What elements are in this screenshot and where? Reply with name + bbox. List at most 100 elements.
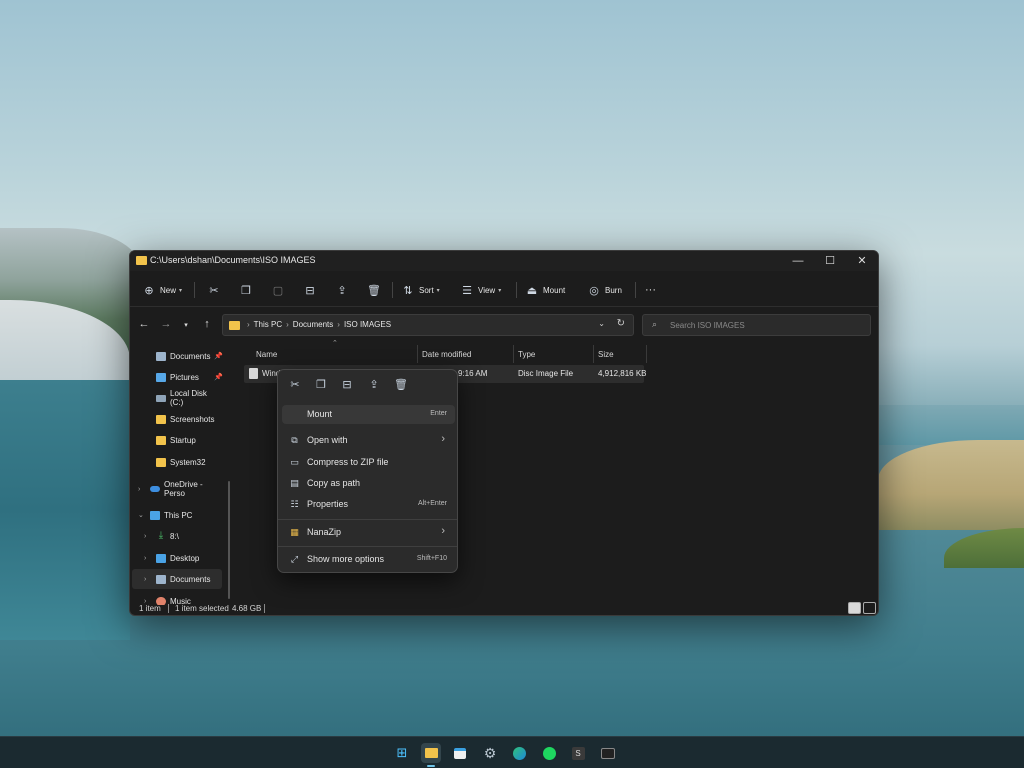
up-arrow-icon[interactable]: ↑ bbox=[200, 318, 214, 330]
trash-icon[interactable]: 🗑 bbox=[394, 378, 408, 392]
address-dropdown-chevron-icon[interactable]: ⌄ bbox=[598, 319, 605, 328]
minimize-button[interactable]: — bbox=[782, 251, 814, 271]
share-button[interactable]: ⇪ bbox=[335, 280, 349, 300]
sidebar-item-pictures[interactable]: Pictures 📌 bbox=[132, 367, 223, 387]
sidebar-item-desktop[interactable]: › Desktop bbox=[132, 548, 222, 568]
sidebar-item-local-disk[interactable]: Local Disk (C:) bbox=[132, 388, 222, 408]
menu-item-compress-zip[interactable]: ▭ Compress to ZIP file bbox=[282, 453, 455, 472]
windows-start-icon[interactable]: ⊞ bbox=[392, 743, 412, 763]
scissors-icon[interactable]: ✂ bbox=[288, 378, 302, 392]
onedrive-icon bbox=[150, 486, 160, 492]
recent-locations-chevron-icon[interactable]: ▾ bbox=[179, 321, 193, 329]
menu-item-nanazip[interactable]: ▦ NanaZip › bbox=[282, 523, 455, 542]
edge-icon[interactable] bbox=[509, 743, 529, 763]
burn-label: Burn bbox=[605, 285, 622, 295]
paste-button[interactable]: ▢ bbox=[271, 280, 285, 300]
menu-item-mount[interactable]: Mount Enter bbox=[282, 405, 455, 424]
context-menu-quick-actions: ✂ ❐ ⊟ ⇪ 🗑 bbox=[278, 370, 457, 400]
breadcrumb-separator-icon: › bbox=[286, 320, 289, 329]
view-label: View bbox=[478, 285, 496, 295]
share-icon: ⇪ bbox=[337, 284, 347, 297]
sidebar-item-label: Documents bbox=[170, 574, 211, 584]
command-bar: ⊕ New ▾ ✂ ❐ ▢ ⊟ ⇪ 🗑 ⇅ Sort ▾ ☰ View ▾ ⏏ … bbox=[130, 273, 878, 307]
breadcrumb-this-pc[interactable]: This PC bbox=[254, 320, 282, 329]
search-box[interactable]: ⌕ Search ISO IMAGES bbox=[642, 314, 871, 336]
sort-button[interactable]: ⇅ Sort ▾ bbox=[401, 280, 439, 300]
sidebar-item-screenshots[interactable]: Screenshots bbox=[132, 409, 222, 429]
sidebar-item-label: Desktop bbox=[170, 553, 200, 563]
microsoft-store-icon[interactable] bbox=[450, 743, 470, 763]
address-bar[interactable]: › This PC › Documents › ISO IMAGES ⌄ ↻ bbox=[222, 314, 634, 336]
view-button[interactable]: ☰ View ▾ bbox=[460, 280, 501, 300]
copy-button[interactable]: ❐ bbox=[239, 280, 253, 300]
breadcrumb-iso-images[interactable]: ISO IMAGES bbox=[344, 320, 391, 329]
new-button[interactable]: ⊕ New ▾ bbox=[142, 280, 182, 300]
sidebar-item-this-pc[interactable]: ⌄ This PC bbox=[132, 505, 222, 525]
breadcrumb-documents[interactable]: Documents bbox=[293, 320, 333, 329]
sidebar-scrollbar[interactable] bbox=[228, 481, 230, 599]
settings-icon[interactable]: ⚙ bbox=[480, 743, 500, 763]
sidebar-item-onedrive[interactable]: › OneDrive - Perso bbox=[132, 479, 222, 499]
folder-icon bbox=[156, 435, 166, 445]
burn-button[interactable]: ◎ Burn bbox=[587, 280, 622, 300]
more-options-button[interactable]: ··· bbox=[645, 280, 656, 300]
download-icon: ⤓ bbox=[158, 530, 164, 541]
menu-item-show-more-options[interactable]: ⤢ Show more options Shift+F10 bbox=[282, 550, 455, 569]
column-header-type[interactable]: Type bbox=[518, 345, 535, 363]
file-explorer-icon[interactable] bbox=[421, 743, 441, 763]
menu-item-label: Properties bbox=[307, 499, 349, 509]
chevron-right-icon[interactable]: › bbox=[144, 576, 146, 583]
column-header-name[interactable]: Name bbox=[256, 345, 277, 363]
sidebar-item-label: Local Disk (C:) bbox=[170, 389, 207, 407]
close-button[interactable]: ✕ bbox=[846, 251, 878, 271]
menu-item-label: NanaZip bbox=[307, 527, 342, 537]
desktop-wallpaper-greenery bbox=[944, 528, 1024, 568]
cut-button[interactable]: ✂ bbox=[207, 280, 221, 300]
rename-icon[interactable]: ⊟ bbox=[340, 378, 354, 392]
s-app-icon[interactable]: S bbox=[568, 743, 588, 763]
sidebar-item-documents-selected[interactable]: › Documents bbox=[132, 569, 222, 589]
spotify-icon[interactable] bbox=[539, 743, 559, 763]
chevron-right-icon[interactable]: › bbox=[138, 486, 140, 493]
zip-folder-icon: ▭ bbox=[290, 457, 299, 467]
chevron-right-icon[interactable]: › bbox=[144, 555, 146, 562]
documents-icon bbox=[156, 351, 166, 361]
details-view-toggle-icon[interactable] bbox=[848, 602, 861, 614]
maximize-button[interactable]: ☐ bbox=[814, 251, 846, 271]
breadcrumb-separator-icon: › bbox=[337, 320, 340, 329]
column-divider[interactable] bbox=[513, 345, 514, 363]
share-icon[interactable]: ⇪ bbox=[367, 378, 381, 392]
file-size: 4,912,816 KB bbox=[598, 369, 647, 378]
menu-item-properties[interactable]: ☷ Properties Alt+Enter bbox=[282, 495, 455, 514]
column-divider[interactable] bbox=[593, 345, 594, 363]
delete-button[interactable]: 🗑 bbox=[367, 280, 381, 300]
chevron-right-icon[interactable]: › bbox=[144, 533, 146, 540]
terminal-icon[interactable] bbox=[598, 743, 618, 763]
column-divider[interactable] bbox=[646, 345, 647, 363]
mount-button[interactable]: ⏏ Mount bbox=[525, 280, 565, 300]
column-header-size[interactable]: Size bbox=[598, 345, 614, 363]
refresh-icon[interactable]: ↻ bbox=[617, 318, 625, 329]
menu-item-copy-as-path[interactable]: ▤ Copy as path bbox=[282, 474, 455, 493]
column-divider[interactable] bbox=[417, 345, 418, 363]
menu-item-open-with[interactable]: ⧉ Open with › bbox=[282, 431, 455, 450]
column-header-date-modified[interactable]: Date modified bbox=[422, 345, 471, 363]
tiles-view-toggle-icon[interactable] bbox=[863, 602, 876, 614]
sidebar-item-label: 8:\ bbox=[170, 531, 179, 541]
forward-arrow-icon[interactable]: → bbox=[159, 318, 173, 330]
pin-icon: 📌 bbox=[214, 353, 223, 360]
new-label: New bbox=[160, 285, 177, 295]
sidebar-item-startup[interactable]: Startup bbox=[132, 430, 222, 450]
sidebar-item-drive-8[interactable]: › ⤓ 8:\ bbox=[132, 526, 222, 546]
menu-item-shortcut: Shift+F10 bbox=[416, 555, 447, 562]
chevron-down-icon[interactable]: ⌄ bbox=[138, 511, 144, 519]
sidebar-item-documents[interactable]: Documents 📌 bbox=[132, 346, 223, 366]
sidebar-item-system32[interactable]: System32 bbox=[132, 452, 222, 472]
status-selected: 1 item selected bbox=[175, 604, 229, 613]
menu-item-label: Show more options bbox=[307, 554, 385, 564]
properties-icon: ☷ bbox=[290, 499, 299, 509]
copy-icon[interactable]: ❐ bbox=[314, 378, 328, 392]
title-bar[interactable]: C:\Users\dshan\Documents\ISO IMAGES — ☐ … bbox=[130, 251, 878, 271]
back-arrow-icon[interactable]: ← bbox=[137, 318, 151, 330]
rename-button[interactable]: ⊟ bbox=[303, 280, 317, 300]
